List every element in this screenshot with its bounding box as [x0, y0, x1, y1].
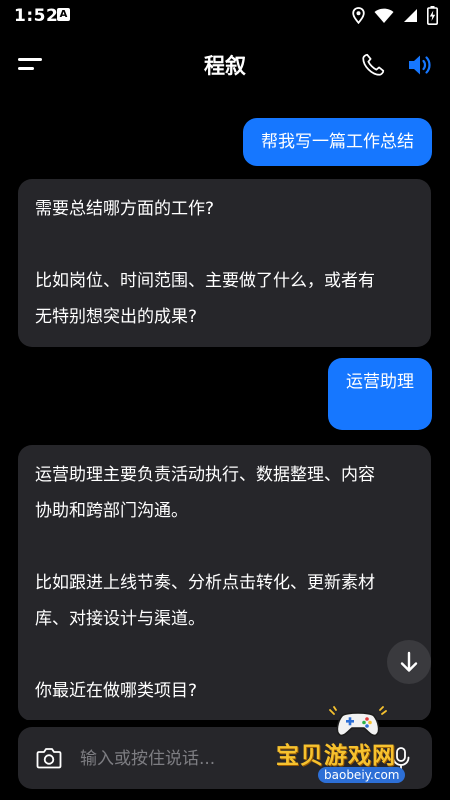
watermark-url: baobeiy.com — [318, 767, 406, 783]
arrow-down-icon — [400, 651, 418, 672]
assistant-message-line: 比如岗位、时间范围、主要做了什么，或者有 — [35, 271, 375, 291]
signal-icon — [404, 9, 417, 22]
app-bar: 程叙 — [0, 36, 450, 94]
status-time: 1:52 — [14, 6, 59, 26]
watermark-title: 宝贝游戏网 — [276, 743, 396, 769]
camera-icon — [36, 748, 62, 769]
assistant-message-line: 需要总结哪方面的工作? — [35, 199, 215, 219]
user-message: 帮我写一篇工作总结 — [243, 118, 432, 166]
location-icon — [352, 7, 365, 24]
chat-thread[interactable]: 帮我写一篇工作总结 需要总结哪方面的工作? 比如岗位、时间范围、主要做了什么，或… — [0, 100, 450, 720]
assistant-message-line: 无特别想突出的成果? — [35, 307, 198, 327]
assistant-message-line: 协助和跨部门沟通。 — [35, 501, 188, 521]
assistant-message-line: 库、对接设计与渠道。 — [35, 609, 205, 629]
user-message-text: 运营助理 — [346, 372, 414, 392]
battery-charging-icon — [427, 6, 438, 25]
phone-icon — [362, 53, 385, 76]
watermark: 宝贝游戏网 baobeiy.com — [272, 706, 448, 796]
assistant-message: 运营助理主要负责活动执行、数据整理、内容 协助和跨部门沟通。 比如跟进上线节奏、… — [18, 445, 431, 720]
camera-button[interactable] — [36, 746, 62, 770]
speaker-icon — [409, 55, 431, 75]
speaker-button[interactable] — [406, 51, 434, 79]
gamepad-logo-icon — [329, 706, 387, 737]
user-message: 运营助理 — [328, 358, 432, 430]
user-message-text: 帮我写一篇工作总结 — [261, 132, 414, 152]
assistant-message-line: 运营助理主要负责活动执行、数据整理、内容 — [35, 465, 375, 485]
assistant-message: 需要总结哪方面的工作? 比如岗位、时间范围、主要做了什么，或者有 无特别想突出的… — [18, 179, 431, 347]
wifi-icon — [374, 8, 394, 23]
notification-a-icon: A — [57, 8, 70, 21]
phone-call-button[interactable] — [360, 52, 386, 78]
assistant-message-line: 你最近在做哪类项目? — [35, 681, 198, 701]
assistant-message-line: 比如跟进上线节奏、分析点击转化、更新素材 — [35, 573, 375, 593]
status-bar: 1:52 A — [0, 0, 450, 32]
scroll-to-bottom-button[interactable] — [387, 640, 431, 684]
